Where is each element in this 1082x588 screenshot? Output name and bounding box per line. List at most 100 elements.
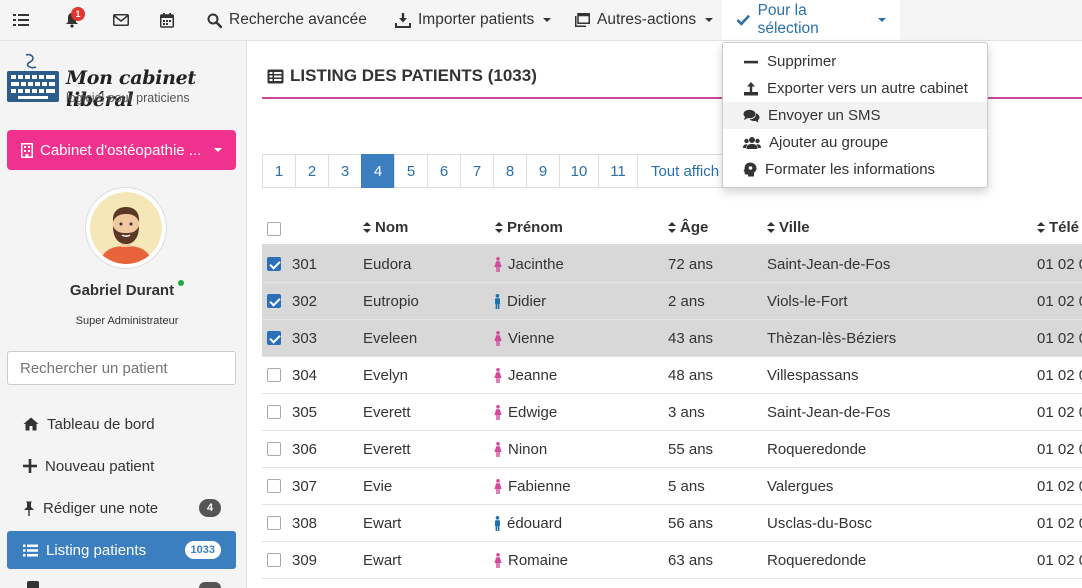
patient-prenom-cell[interactable]: édouard xyxy=(494,505,562,542)
page-link[interactable]: 1 xyxy=(262,154,296,188)
row-checkbox[interactable] xyxy=(267,479,281,493)
page-link[interactable]: 9 xyxy=(526,154,560,188)
brain-icon xyxy=(743,162,757,177)
sidebar-item-patient-listing[interactable]: Listing patients 1033 xyxy=(7,531,236,569)
menu-item-export[interactable]: Exporter vers un autre cabinet xyxy=(723,75,987,102)
row-checkbox[interactable] xyxy=(267,331,281,345)
table-row[interactable]: 308 Ewart édouard 56 ans Usclas-du-Bosc 01 02… xyxy=(262,505,1082,542)
patient-nom[interactable]: Eutropio xyxy=(363,283,419,320)
menu-item-label: Envoyer un SMS xyxy=(768,107,881,124)
cabinet-select-button[interactable]: Cabinet d'ostéopathie ... xyxy=(7,130,236,170)
patient-id: 304 xyxy=(292,367,318,384)
sidebar-item-write-note[interactable]: Rédiger une note 4 xyxy=(7,489,236,527)
sidebar-item-dashboard[interactable]: Tableau de bord xyxy=(7,405,236,443)
patients-count-badge: 1033 xyxy=(184,541,221,559)
patient-ville: Valergues xyxy=(767,478,834,495)
table-row[interactable]: 309 Ewart Romaine 63 ans Roqueredonde 01 02 0 xyxy=(262,542,1082,579)
patient-ville: Saint-Jean-de-Fos xyxy=(767,404,891,421)
other-actions-label: Autres-actions xyxy=(597,11,697,28)
calendar-icon[interactable] xyxy=(153,0,181,40)
patient-nom[interactable]: Everett xyxy=(363,394,411,431)
patient-prenom-cell[interactable]: Vienne xyxy=(494,320,554,357)
column-header-ville[interactable]: Ville xyxy=(767,219,810,236)
page-link[interactable]: 3 xyxy=(328,154,362,188)
patient-nom[interactable]: Everett xyxy=(363,431,411,468)
patient-nom[interactable]: Ewart xyxy=(363,505,401,542)
patient-age: 2 ans xyxy=(668,293,705,310)
column-header-age[interactable]: Âge xyxy=(668,219,708,236)
page-link[interactable]: 7 xyxy=(460,154,494,188)
patient-prenom-cell[interactable]: Jeanne xyxy=(494,357,557,394)
patient-search-input[interactable] xyxy=(7,351,236,385)
row-checkbox[interactable] xyxy=(267,442,281,456)
sort-icon xyxy=(1037,222,1045,233)
menu-item-send-sms[interactable]: Envoyer un SMS xyxy=(723,102,987,129)
patient-nom[interactable]: Evelyn xyxy=(363,357,408,394)
page-link[interactable]: 2 xyxy=(295,154,329,188)
logo-subtitle: logiciel pour praticiens xyxy=(66,91,190,105)
sort-icon xyxy=(668,222,676,233)
table-row[interactable]: 302 Eutropio Didier 2 ans Viols-le-Fort 01 02… xyxy=(262,283,1082,320)
menu-icon[interactable] xyxy=(7,0,35,40)
row-checkbox[interactable] xyxy=(267,553,281,567)
table-row[interactable]: 307 Evie Fabienne 5 ans Valergues 01 02 0 xyxy=(262,468,1082,505)
column-header-telephone[interactable]: Télé xyxy=(1037,219,1079,236)
page-link[interactable]: 10 xyxy=(559,154,599,188)
row-checkbox[interactable] xyxy=(267,257,281,271)
patient-prenom-cell[interactable]: Fabienne xyxy=(494,468,571,505)
avatar[interactable] xyxy=(86,188,166,268)
sort-icon xyxy=(363,222,371,233)
column-header-nom[interactable]: Nom xyxy=(363,219,408,236)
male-icon xyxy=(494,516,501,531)
sidebar-item-label: Nouveau patient xyxy=(45,457,155,475)
row-checkbox[interactable] xyxy=(267,516,281,530)
patient-prenom-cell[interactable]: Didier xyxy=(494,283,546,320)
row-checkbox[interactable] xyxy=(267,405,281,419)
advanced-search-button[interactable]: Recherche avancée xyxy=(207,0,367,40)
menu-item-add-to-group[interactable]: Ajouter au groupe xyxy=(723,129,987,156)
other-actions-button[interactable]: Autres-actions xyxy=(575,0,714,40)
top-navbar: 1 Recherche avancée Importer patients Au… xyxy=(0,0,1082,41)
sidebar-item-next-icon xyxy=(27,581,39,588)
patient-nom[interactable]: Eveleen xyxy=(363,320,417,357)
import-patients-button[interactable]: Importer patients xyxy=(395,0,552,40)
select-all-checkbox[interactable] xyxy=(267,222,281,236)
patient-prenom-cell[interactable]: Romaine xyxy=(494,542,568,579)
column-header-prenom[interactable]: Prénom xyxy=(495,219,563,236)
patient-prenom-cell[interactable]: Edwige xyxy=(494,394,557,431)
patient-prenom-cell[interactable]: Jacinthe xyxy=(494,246,564,283)
table-row[interactable]: 304 Evelyn Jeanne 48 ans Villespassans 01 02 … xyxy=(262,357,1082,394)
page-link[interactable]: 11 xyxy=(598,154,638,188)
table-row[interactable]: 301 Eudora Jacinthe 72 ans Saint-Jean-de-Fos… xyxy=(262,246,1082,283)
patient-prenom: Ninon xyxy=(508,441,548,458)
female-icon xyxy=(494,442,502,457)
for-selection-button[interactable]: Pour la sélection xyxy=(722,0,900,40)
bell-icon[interactable] xyxy=(58,0,86,40)
column-header-label: Prénom xyxy=(507,219,563,236)
patient-age: 5 ans xyxy=(668,478,705,495)
patient-prenom-cell[interactable]: Ninon xyxy=(494,431,547,468)
row-checkbox[interactable] xyxy=(267,294,281,308)
patient-nom[interactable]: Evie xyxy=(363,468,392,505)
patient-prenom: Romaine xyxy=(508,552,569,569)
page-link[interactable]: 6 xyxy=(427,154,461,188)
page-link[interactable]: 5 xyxy=(394,154,428,188)
patient-nom[interactable]: Ewart xyxy=(363,542,401,579)
app-logo[interactable]: Mon cabinet libéral logiciel pour pratic… xyxy=(6,53,242,113)
menu-item-delete[interactable]: Supprimer xyxy=(723,48,987,75)
patient-id: 308 xyxy=(292,515,318,532)
caret-down-icon xyxy=(543,18,552,22)
comments-icon xyxy=(743,109,760,122)
page-link-active[interactable]: 4 xyxy=(361,154,395,188)
patient-nom[interactable]: Eudora xyxy=(363,246,411,283)
show-all-link[interactable]: Tout affich xyxy=(637,154,733,188)
table-row[interactable]: 306 Everett Ninon 55 ans Roqueredonde 01 02 0 xyxy=(262,431,1082,468)
page-link[interactable]: 8 xyxy=(493,154,527,188)
table-row[interactable]: 305 Everett Edwige 3 ans Saint-Jean-de-Fos 01… xyxy=(262,394,1082,431)
menu-item-format-info[interactable]: Formater les informations xyxy=(723,156,987,183)
menu-item-label: Exporter vers un autre cabinet xyxy=(767,80,968,97)
envelope-icon[interactable] xyxy=(107,0,135,40)
table-row[interactable]: 303 Eveleen Vienne 43 ans Thèzan-lès-Béziers… xyxy=(262,320,1082,357)
row-checkbox[interactable] xyxy=(267,368,281,382)
sidebar-item-new-patient[interactable]: Nouveau patient xyxy=(7,447,236,485)
